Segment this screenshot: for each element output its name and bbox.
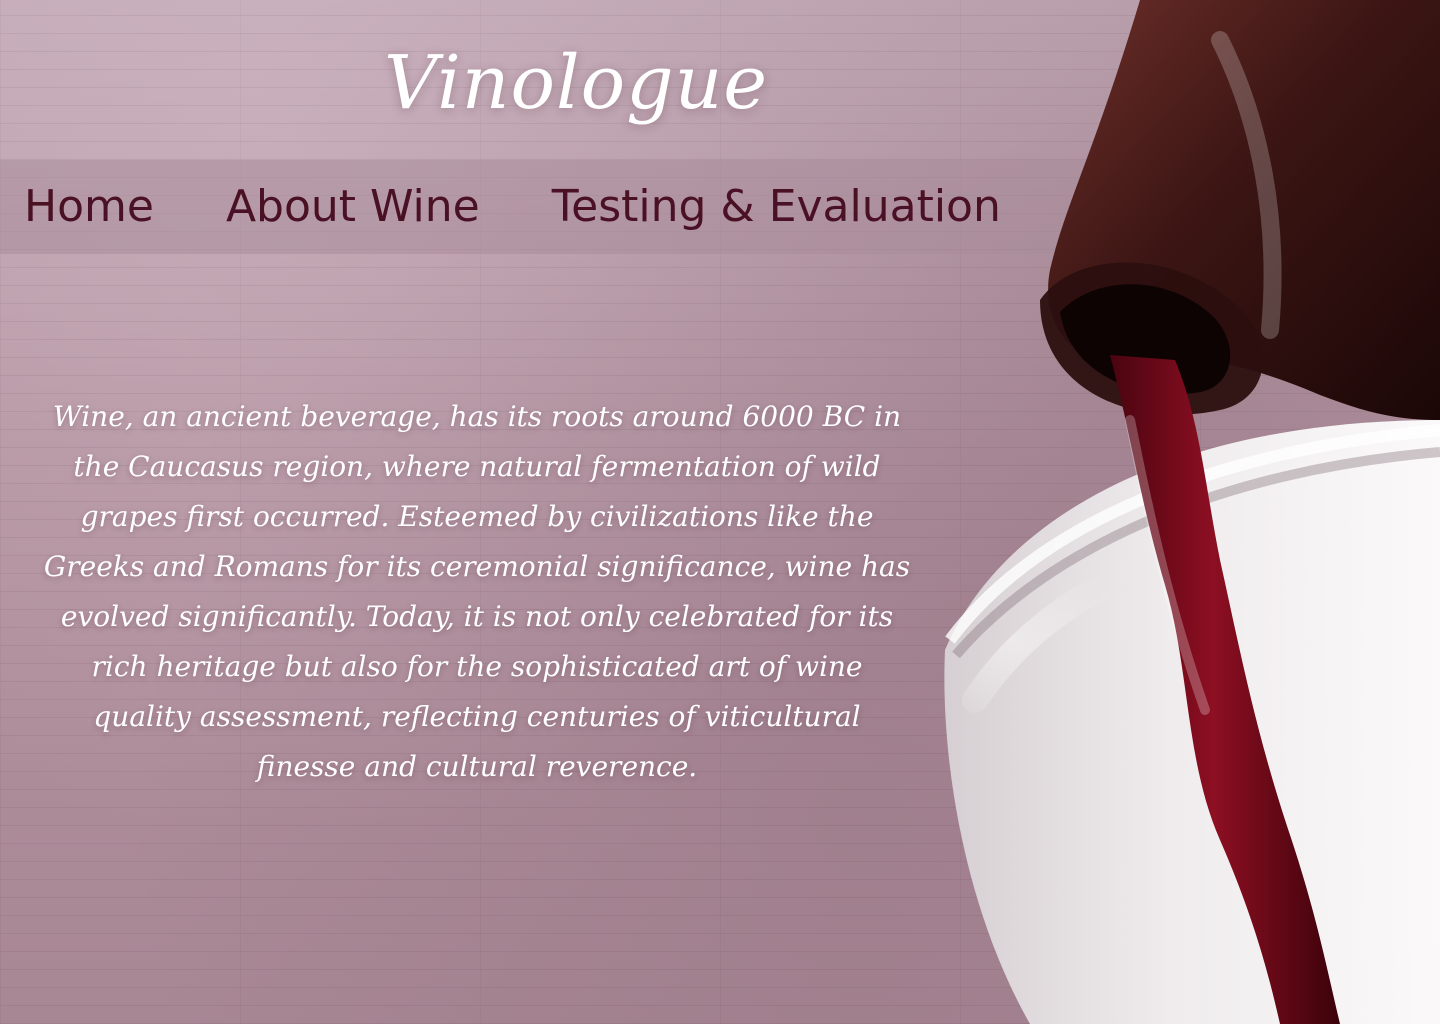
hero-paragraph: Wine, an ancient beverage, has its roots… <box>43 400 911 783</box>
wine-pour-photo <box>920 0 1440 1024</box>
nav-about-wine-link[interactable]: About Wine <box>226 179 480 235</box>
wine-pour-illustration <box>944 0 1440 1024</box>
nav-home-link[interactable]: Home <box>24 179 154 235</box>
site-logo-text: Vinologue <box>384 40 769 126</box>
main-nav: Home About Wine Testing & Evaluation <box>24 160 1001 254</box>
